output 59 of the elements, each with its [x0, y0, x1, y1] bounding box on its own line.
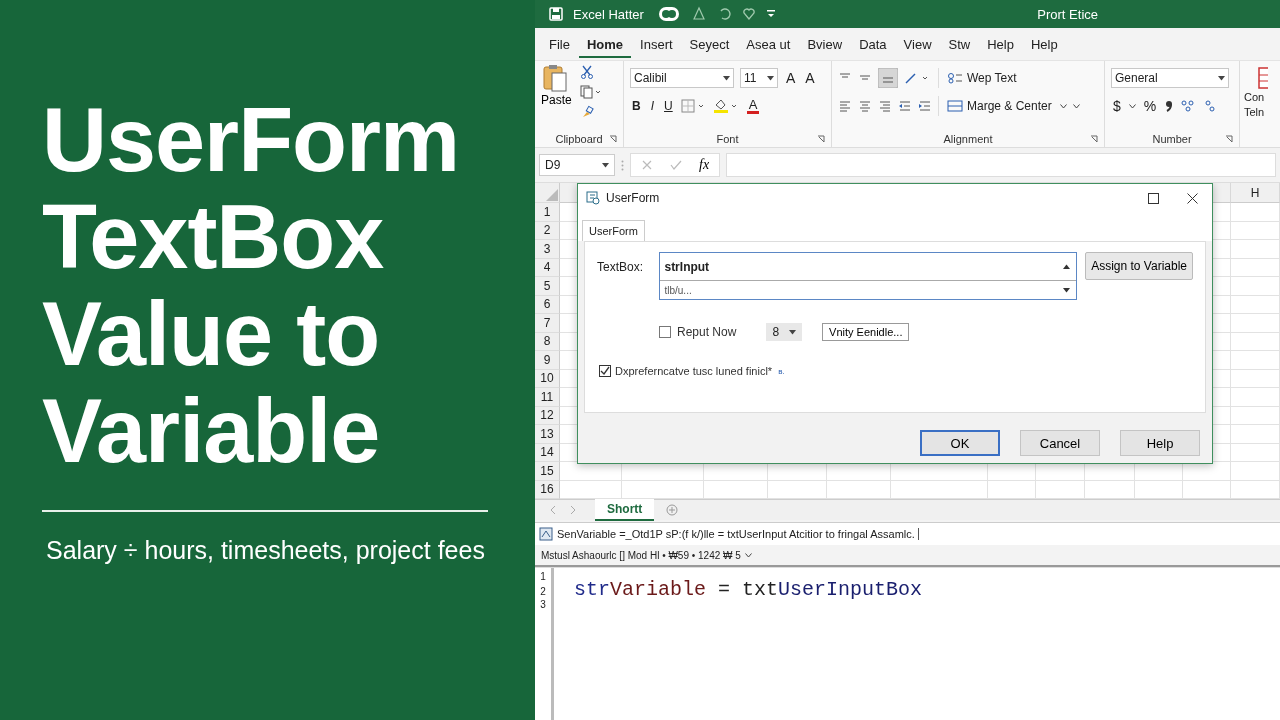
- menu-tab[interactable]: File: [541, 30, 578, 58]
- group-label: Font: [716, 133, 739, 145]
- field-label: TextBox:: [597, 259, 645, 274]
- font-color-button[interactable]: A: [746, 98, 760, 114]
- dialog-button[interactable]: OK: [920, 430, 1000, 456]
- paste-button[interactable]: Paste: [541, 63, 572, 131]
- merge-center-button[interactable]: Marge & Center: [945, 99, 1054, 113]
- wrap-text-button[interactable]: Wep Text: [945, 71, 1019, 85]
- note-mark: ʙ.: [778, 366, 785, 376]
- menu-tab[interactable]: View: [895, 30, 940, 58]
- line-number: 3: [540, 598, 546, 611]
- dialog-title: UserForm: [606, 191, 660, 205]
- name-box[interactable]: D9: [539, 154, 615, 176]
- document-title: Prort Etice: [1037, 6, 1098, 22]
- sheet-tab[interactable]: Shortt: [595, 499, 655, 521]
- textbox-field[interactable]: strInput tlb/u...: [659, 252, 1078, 300]
- currency-button[interactable]: $: [1111, 98, 1123, 114]
- underline-button[interactable]: U: [662, 99, 675, 113]
- headline: UserForm TextBox Value to Variable: [42, 92, 461, 480]
- italic-button[interactable]: I: [648, 99, 656, 113]
- insert-function-button[interactable]: fx: [699, 157, 710, 173]
- menu-tab[interactable]: Data: [851, 30, 895, 58]
- grow-font-button[interactable]: A: [784, 70, 798, 86]
- line-number: 2: [540, 585, 546, 598]
- group-label: Clipboard: [555, 133, 603, 145]
- code-line: strVariable = txtUserInputBox: [574, 578, 923, 601]
- column-header-cell[interactable]: H: [1231, 183, 1280, 203]
- percent-button[interactable]: %: [1141, 98, 1159, 114]
- procedure-dropdown[interactable]: Mstusl Ashaourlc [] Mod Hl • ₩59 • 1242 ₩ 5: [541, 549, 741, 561]
- menu-tab[interactable]: Stw: [940, 30, 979, 58]
- menu-tab[interactable]: Seyect: [681, 30, 738, 58]
- subtitle: Salary ÷ hours, timesheets, project fees: [46, 536, 486, 565]
- number-format-dropdown[interactable]: General: [1111, 68, 1229, 88]
- group-label: Alignment: [943, 133, 993, 145]
- number-dropdown[interactable]: 8: [766, 323, 803, 341]
- shrink-font-button[interactable]: A: [803, 70, 817, 86]
- ribbon-label: Con: [1244, 91, 1265, 104]
- menu-tab[interactable]: Help: [1022, 30, 1066, 58]
- option-button[interactable]: Vnity Eenidle...: [822, 323, 910, 341]
- menu-tab[interactable]: Bview: [799, 30, 851, 58]
- bold-button[interactable]: B: [630, 99, 643, 113]
- app-title: Excel Hatter: [573, 6, 644, 22]
- dialog-button[interactable]: Cancel: [1020, 430, 1100, 456]
- checkbox-label: Reput Now: [677, 325, 737, 339]
- code-window-title: SenVariable =_Otd1P sP:(f k/)lle = txtUserInput Atcitior to fringal Assamlc.: [557, 528, 919, 540]
- font-size-dropdown[interactable]: 11: [740, 68, 778, 88]
- line-number: 1: [540, 570, 546, 583]
- checkbox-label: Dxpreferncatve tusc luned finicl*: [615, 365, 773, 377]
- group-label: Number: [1152, 133, 1192, 145]
- dialog-tab[interactable]: UserForm: [582, 220, 645, 241]
- assign-button[interactable]: Assign to Variable: [1085, 252, 1193, 280]
- menu-tab[interactable]: Help: [979, 30, 1022, 58]
- menu-tab[interactable]: Insert: [632, 30, 681, 58]
- dialog-button[interactable]: Help: [1120, 430, 1200, 456]
- menu-tab[interactable]: Asea ut: [738, 30, 799, 58]
- column-letter: H: [1250, 185, 1260, 200]
- font-name-dropdown[interactable]: Calibil: [630, 68, 734, 88]
- menu-tab[interactable]: Home: [578, 30, 632, 58]
- ribbon-label: Teln: [1244, 106, 1265, 119]
